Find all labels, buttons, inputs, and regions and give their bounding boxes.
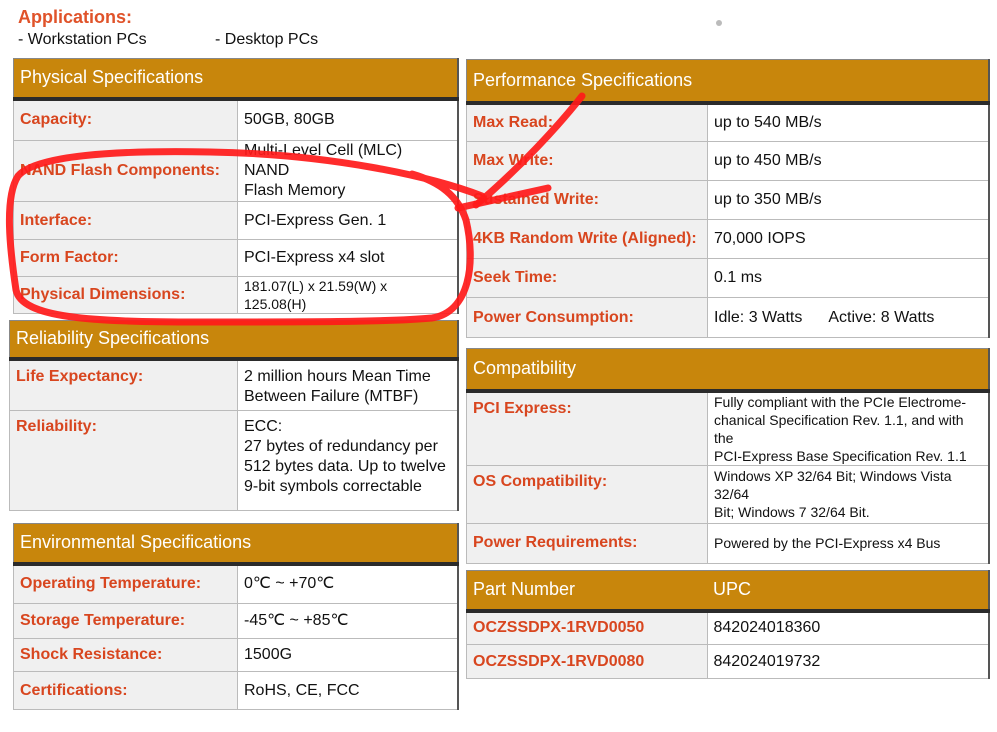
form-factor-value: PCI-Express x4 slot xyxy=(237,239,459,277)
dimensions-value: 181.07(L) x 21.59(W) x 125.08(H) xyxy=(237,276,459,314)
operating-temp-value: 0℃ ~ +70℃ xyxy=(237,563,459,604)
shock-resistance-value: 1500G xyxy=(237,638,459,672)
sustained-write-label: Sustained Write: xyxy=(466,180,708,220)
performance-specs-table: Performance Specifications Max Read: up … xyxy=(466,59,990,338)
reliability-value: ECC: 27 bytes of redundancy per 512 byte… xyxy=(237,410,459,511)
pci-express-line: chanical Specification Rev. 1.1, and wit… xyxy=(714,411,964,446)
applications-title: Applications: xyxy=(18,7,133,27)
sustained-write-value: up to 350 MB/s xyxy=(707,180,990,220)
capacity-label: Capacity: xyxy=(13,98,238,141)
compatibility-table: Compatibility PCI Express: Fully complia… xyxy=(466,348,990,564)
compatibility-title: Compatibility xyxy=(466,348,990,393)
max-write-label: Max Write: xyxy=(466,141,708,181)
life-expectancy-line: Between Failure (MTBF) xyxy=(244,387,419,405)
part-number-cell: OCZSSDPX-1RVD0080 xyxy=(466,644,708,679)
reliability-specs-title: Reliability Specifications xyxy=(9,320,459,361)
performance-specs-title: Performance Specifications xyxy=(466,59,990,105)
max-read-label: Max Read: xyxy=(466,102,708,142)
physical-specs-table: Physical Specifications Capacity: 50GB, … xyxy=(13,58,459,314)
storage-temp-label: Storage Temperature: xyxy=(13,603,238,639)
power-idle-value: Idle: 3 Watts xyxy=(714,308,803,326)
max-read-value: up to 540 MB/s xyxy=(707,102,990,142)
reliability-line: 27 bytes of redundancy per xyxy=(244,438,438,455)
form-factor-label: Form Factor: xyxy=(13,239,238,277)
power-requirements-value: Powered by the PCI-Express x4 Bus xyxy=(707,522,990,564)
application-item-desktop: - Desktop PCs xyxy=(215,31,319,48)
os-compatibility-line: Windows XP 32/64 Bit; Windows Vista 32/6… xyxy=(714,468,952,502)
power-consumption-value: Idle: 3 Watts Active: 8 Watts xyxy=(707,297,990,338)
shock-resistance-label: Shock Resistance: xyxy=(13,638,238,672)
reliability-label: Reliability: xyxy=(9,410,238,511)
random-write-value: 70,000 IOPS xyxy=(707,219,990,259)
upc-header: UPC xyxy=(707,570,990,613)
capacity-value: 50GB, 80GB xyxy=(237,98,459,141)
power-consumption-label: Power Consumption: xyxy=(466,297,708,338)
nand-value: Multi-Level Cell (MLC) NAND Flash Memory xyxy=(237,140,459,202)
life-expectancy-line: 2 million hours Mean Time xyxy=(244,367,431,385)
random-write-label: 4KB Random Write (Aligned): xyxy=(466,219,708,259)
operating-temp-label: Operating Temperature: xyxy=(13,563,238,604)
pci-express-value: Fully compliant with the PCIe Electrome-… xyxy=(707,390,990,466)
part-number-table: Part Number UPC OCZSSDPX-1RVD0050 842024… xyxy=(466,570,990,679)
power-active-value: Active: 8 Watts xyxy=(828,308,935,326)
pci-express-line: Fully compliant with the PCIe Electrome- xyxy=(714,393,967,410)
nand-label: NAND Flash Components: xyxy=(13,140,238,202)
environmental-specs-title: Environmental Specifications xyxy=(13,523,459,566)
life-expectancy-label: Life Expectancy: xyxy=(9,358,238,411)
storage-temp-value: -45℃ ~ +85℃ xyxy=(237,603,459,639)
dimensions-label: Physical Dimensions: xyxy=(13,276,238,314)
reliability-line: 512 bytes data. Up to twelve xyxy=(244,458,446,475)
os-compatibility-label: OS Compatibility: xyxy=(466,464,708,524)
physical-specs-title: Physical Specifications xyxy=(13,58,459,101)
dot-mark xyxy=(716,20,722,26)
part-number-cell: OCZSSDPX-1RVD0050 xyxy=(466,610,708,645)
certifications-label: Certifications: xyxy=(13,671,238,710)
pci-express-label: PCI Express: xyxy=(466,390,708,466)
nand-value-line: Multi-Level Cell (MLC) NAND xyxy=(244,142,403,179)
interface-label: Interface: xyxy=(13,201,238,240)
interface-value: PCI-Express Gen. 1 xyxy=(237,201,459,240)
os-compatibility-value: Windows XP 32/64 Bit; Windows Vista 32/6… xyxy=(707,464,990,524)
seek-time-value: 0.1 ms xyxy=(707,258,990,298)
life-expectancy-value: 2 million hours Mean Time Between Failur… xyxy=(237,358,459,411)
os-compatibility-line: Bit; Windows 7 32/64 Bit. xyxy=(714,504,870,520)
max-write-value: up to 450 MB/s xyxy=(707,141,990,181)
pci-express-line: PCI-Express Base Specification Rev. 1.1 xyxy=(714,447,967,464)
reliability-line: ECC: xyxy=(244,418,283,435)
reliability-specs-table: Reliability Specifications Life Expectan… xyxy=(9,320,459,511)
certifications-value: RoHS, CE, FCC xyxy=(237,671,459,710)
power-requirements-label: Power Requirements: xyxy=(466,522,708,564)
upc-cell: 842024019732 xyxy=(706,644,990,679)
upc-cell: 842024018360 xyxy=(706,610,990,645)
environmental-specs-table: Environmental Specifications Operating T… xyxy=(13,523,459,710)
nand-value-line: Flash Memory xyxy=(244,182,346,199)
application-item-workstation: - Workstation PCs xyxy=(18,31,147,48)
seek-time-label: Seek Time: xyxy=(466,258,708,298)
reliability-line: 9-bit symbols correctable xyxy=(244,478,422,495)
part-number-header: Part Number xyxy=(466,570,707,613)
